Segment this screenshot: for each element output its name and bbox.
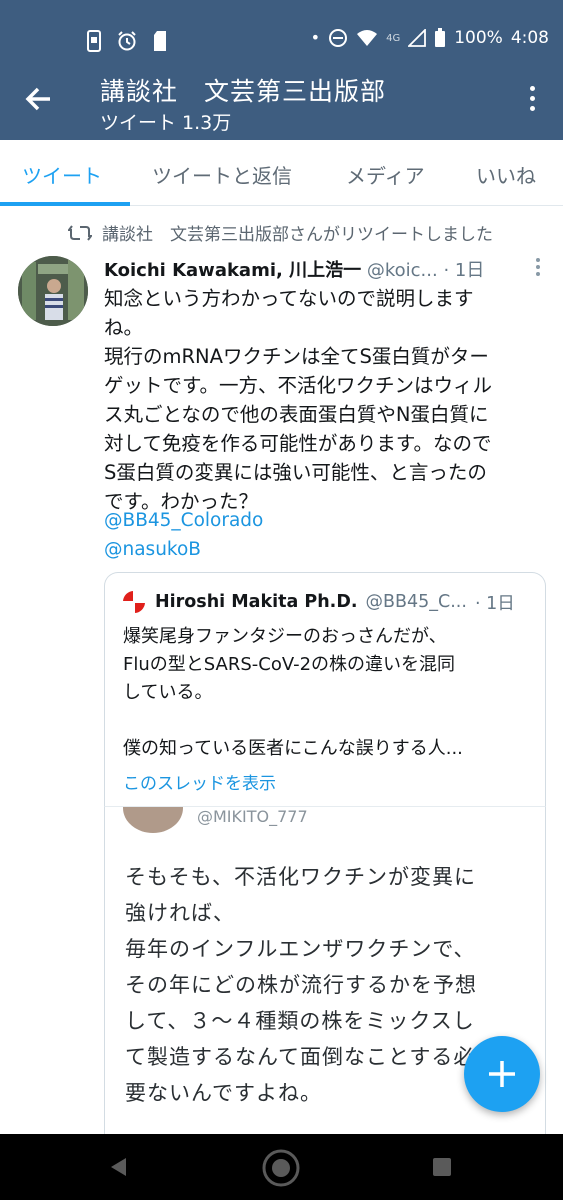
show-thread-link[interactable]: このスレッドを表示: [123, 769, 276, 794]
clock: 4:08: [510, 28, 549, 48]
tab-tweets-and-replies[interactable]: ツイートと返信: [152, 160, 292, 189]
retweet-icon: [68, 224, 92, 241]
tweet-line: ゲットです。一方、不活化ワクチンはウィル: [104, 374, 493, 397]
quoted-author: Hiroshi Makita Ph.D.: [155, 592, 358, 612]
tweet-line: ス丸ごとなので他の表面蛋白質やN蛋白質に: [104, 403, 489, 426]
plus-icon: [489, 1061, 515, 1087]
tweet-handle[interactable]: @koic...: [367, 260, 438, 281]
quoted-line: Fluの型とSARS-CoV-2の株の違いを混同: [123, 654, 456, 675]
tweet-options-button[interactable]: [535, 258, 541, 278]
quoted-line: している。: [123, 682, 213, 703]
quoted-tweet[interactable]: Hiroshi Makita Ph.D. @BB45_C... · 1日 爆笑尾…: [104, 572, 546, 812]
image-avatar: [123, 807, 183, 833]
more-vert-icon: [536, 258, 540, 262]
image-line: 要ないんですよね。: [125, 1081, 322, 1105]
image-line: 毎年のインフルエンザワクチンで、: [125, 937, 476, 961]
tab-likes[interactable]: いいね: [476, 160, 536, 189]
arrow-left-icon: [25, 87, 50, 111]
status-right: • 4G 100% 4:08: [311, 28, 549, 48]
image-handle: @MIKITO_777: [197, 807, 308, 826]
status-left-icons: [86, 30, 168, 52]
avatar[interactable]: [18, 256, 88, 326]
mention-link[interactable]: @nasukoB: [104, 539, 201, 560]
battery-icon: [435, 28, 446, 47]
network-type: 4G: [386, 32, 401, 44]
quoted-text: 爆笑尾身ファンタジーのおっさんだが、 Fluの型とSARS-CoV-2の株の違い…: [123, 623, 463, 763]
tweet-author[interactable]: Koichi Kawakami, 川上浩一: [104, 260, 361, 281]
tweet-count: ツイート 1.3万: [100, 112, 232, 134]
dot-icon: •: [310, 28, 321, 47]
nav-recents-icon[interactable]: [432, 1157, 452, 1177]
tweet-line: S蛋白質の変異には強い可能性、と言ったの: [104, 461, 487, 484]
do-not-disturb-icon: [329, 29, 348, 47]
tweet-line: 現行のmRNAワクチンは全てS蛋白質がター: [104, 345, 489, 368]
quoted-line: 爆笑尾身ファンタジーのおっさんだが、: [123, 626, 447, 647]
wifi-icon: [357, 30, 378, 46]
more-vert-dot: [529, 106, 535, 111]
image-text: そもそも、不活化ワクチンが変異に 強ければ、 毎年のインフルエンザワクチンで、 …: [125, 859, 477, 1111]
quoted-line: [123, 707, 463, 735]
signal-icon: [408, 29, 427, 47]
quoted-handle: @BB45_C...: [365, 592, 467, 612]
retweet-text: 講談社 文芸第三出版部さんがリツイートしました: [102, 225, 493, 245]
tweet-text: 知念という方わかってないので説明します ね。 現行のmRNAワクチンは全てS蛋白…: [104, 284, 546, 516]
retweet-indicator: 講談社 文芸第三出版部さんがリツイートしました: [68, 220, 493, 245]
nav-home-icon[interactable]: [262, 1149, 300, 1187]
screenshot-notification-icon: [87, 30, 101, 52]
more-vert-dot: [529, 96, 535, 101]
battery-percent: 100%: [454, 28, 503, 48]
more-vert-icon: [529, 86, 535, 91]
quoted-time: · 1日: [474, 593, 515, 614]
nav-back-icon[interactable]: [108, 1156, 130, 1178]
image-line: 強ければ、: [125, 901, 235, 925]
active-tab-indicator: [0, 202, 130, 206]
overflow-menu-button[interactable]: [527, 86, 537, 116]
quoted-tweet-header: Hiroshi Makita Ph.D. @BB45_C... · 1日: [121, 589, 515, 615]
alarm-icon: [118, 31, 136, 51]
tweet-line: 対して免疫を作る可能性があります。なので: [104, 432, 492, 455]
avatar-photo: [18, 256, 88, 326]
tab-media[interactable]: メディア: [346, 160, 425, 189]
tweet-line: ね。: [104, 316, 144, 339]
sd-card-icon: [154, 31, 166, 51]
tweet-time: · 1日: [443, 260, 485, 281]
more-vert-dot: [536, 272, 540, 276]
tweet-line: 知念という方わかってないので説明します: [104, 287, 474, 310]
mention-link[interactable]: @BB45_Colorado: [104, 510, 263, 531]
image-line: その年にどの株が流行するかを予想: [125, 973, 477, 997]
image-line: そもそも、不活化ワクチンが変異に: [125, 865, 476, 889]
quoted-line: 僕の知っている医者にこんな誤りする人...: [123, 738, 463, 759]
back-button[interactable]: [22, 82, 56, 116]
image-line: して、３～４種類の株をミックスし: [125, 1009, 475, 1033]
profile-tabs: ツイート ツイートと返信 メディア いいね: [0, 140, 563, 206]
app-bar: 講談社 文芸第三出版部 ツイート 1.3万: [0, 58, 563, 140]
profile-name: 講談社 文芸第三出版部: [100, 77, 387, 106]
image-line: て製造するなんて面倒なことする必: [125, 1045, 476, 1069]
tab-tweets[interactable]: ツイート: [22, 160, 102, 189]
tweet-header: Koichi Kawakami, 川上浩一 @koic... · 1日: [104, 256, 544, 284]
quoted-avatar-logo-icon: [123, 591, 145, 613]
system-nav-bar: [0, 1134, 563, 1200]
more-vert-dot: [536, 265, 540, 269]
compose-tweet-button[interactable]: [464, 1036, 540, 1112]
